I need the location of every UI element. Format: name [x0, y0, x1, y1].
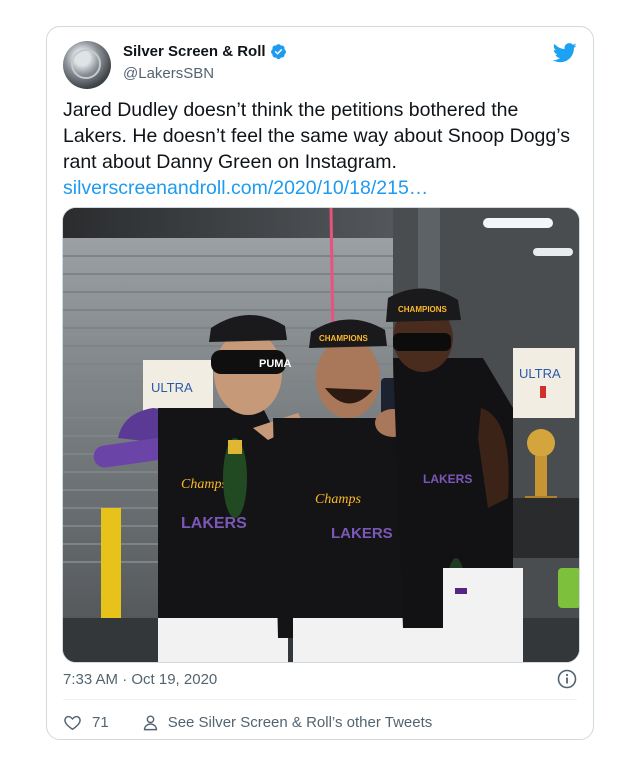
mask-text: PUMA — [259, 358, 291, 370]
tweet-link[interactable]: silverscreenandroll.com/2020/10/18/215… — [63, 177, 428, 199]
account-name[interactable]: Silver Screen & Roll — [123, 43, 266, 60]
other-tweets-link[interactable]: See Silver Screen & Roll’s other Tweets — [141, 713, 433, 732]
ultra-sign-left: ULTRA — [151, 380, 193, 395]
tweet-timestamp[interactable]: 7:33 AM · Oct 19, 2020 — [63, 671, 217, 688]
tweet-header: Silver Screen & Roll @LakersSBN — [63, 41, 577, 91]
verified-badge-icon — [270, 44, 286, 60]
tweet-card: Silver Screen & Roll @LakersSBN Jared Du… — [46, 26, 594, 740]
tweet-text: Jared Dudley doesn’t think the petitions… — [63, 97, 579, 201]
photo-illustration: ULTRA ULTRA PUMA Champs LAKERS CHAMPIONS… — [63, 208, 579, 662]
shirt-title-middle: Champs — [315, 492, 361, 507]
ultra-sign-right: ULTRA — [519, 366, 561, 381]
tweet-actions: 71 See Silver Screen & Roll’s other Twee… — [63, 710, 432, 734]
person-icon — [143, 714, 157, 730]
shirt-text-middle: LAKERS — [331, 525, 393, 542]
other-tweets-label: See Silver Screen & Roll’s other Tweets — [167, 713, 433, 731]
tweet-photo[interactable]: ULTRA ULTRA PUMA Champs LAKERS CHAMPIONS… — [62, 207, 580, 663]
info-icon[interactable] — [557, 669, 577, 689]
shirt-text-left: LAKERS — [181, 515, 247, 532]
heart-icon — [64, 715, 81, 730]
avatar[interactable] — [63, 41, 111, 89]
like-button[interactable]: 71 — [63, 713, 109, 732]
shirt-text-right: LAKERS — [423, 472, 472, 486]
twitter-bird-icon[interactable] — [553, 43, 577, 63]
like-count: 71 — [92, 713, 109, 731]
hat-text-middle: CHAMPIONS — [319, 334, 369, 343]
divider — [63, 699, 577, 700]
account-name-row[interactable]: Silver Screen & Roll — [123, 43, 287, 60]
account-handle[interactable]: @LakersSBN — [123, 65, 214, 82]
shirt-title-left: Champs — [181, 477, 227, 492]
hat-text-right: CHAMPIONS — [398, 305, 448, 314]
tweet-body: Jared Dudley doesn’t think the petitions… — [63, 99, 570, 173]
